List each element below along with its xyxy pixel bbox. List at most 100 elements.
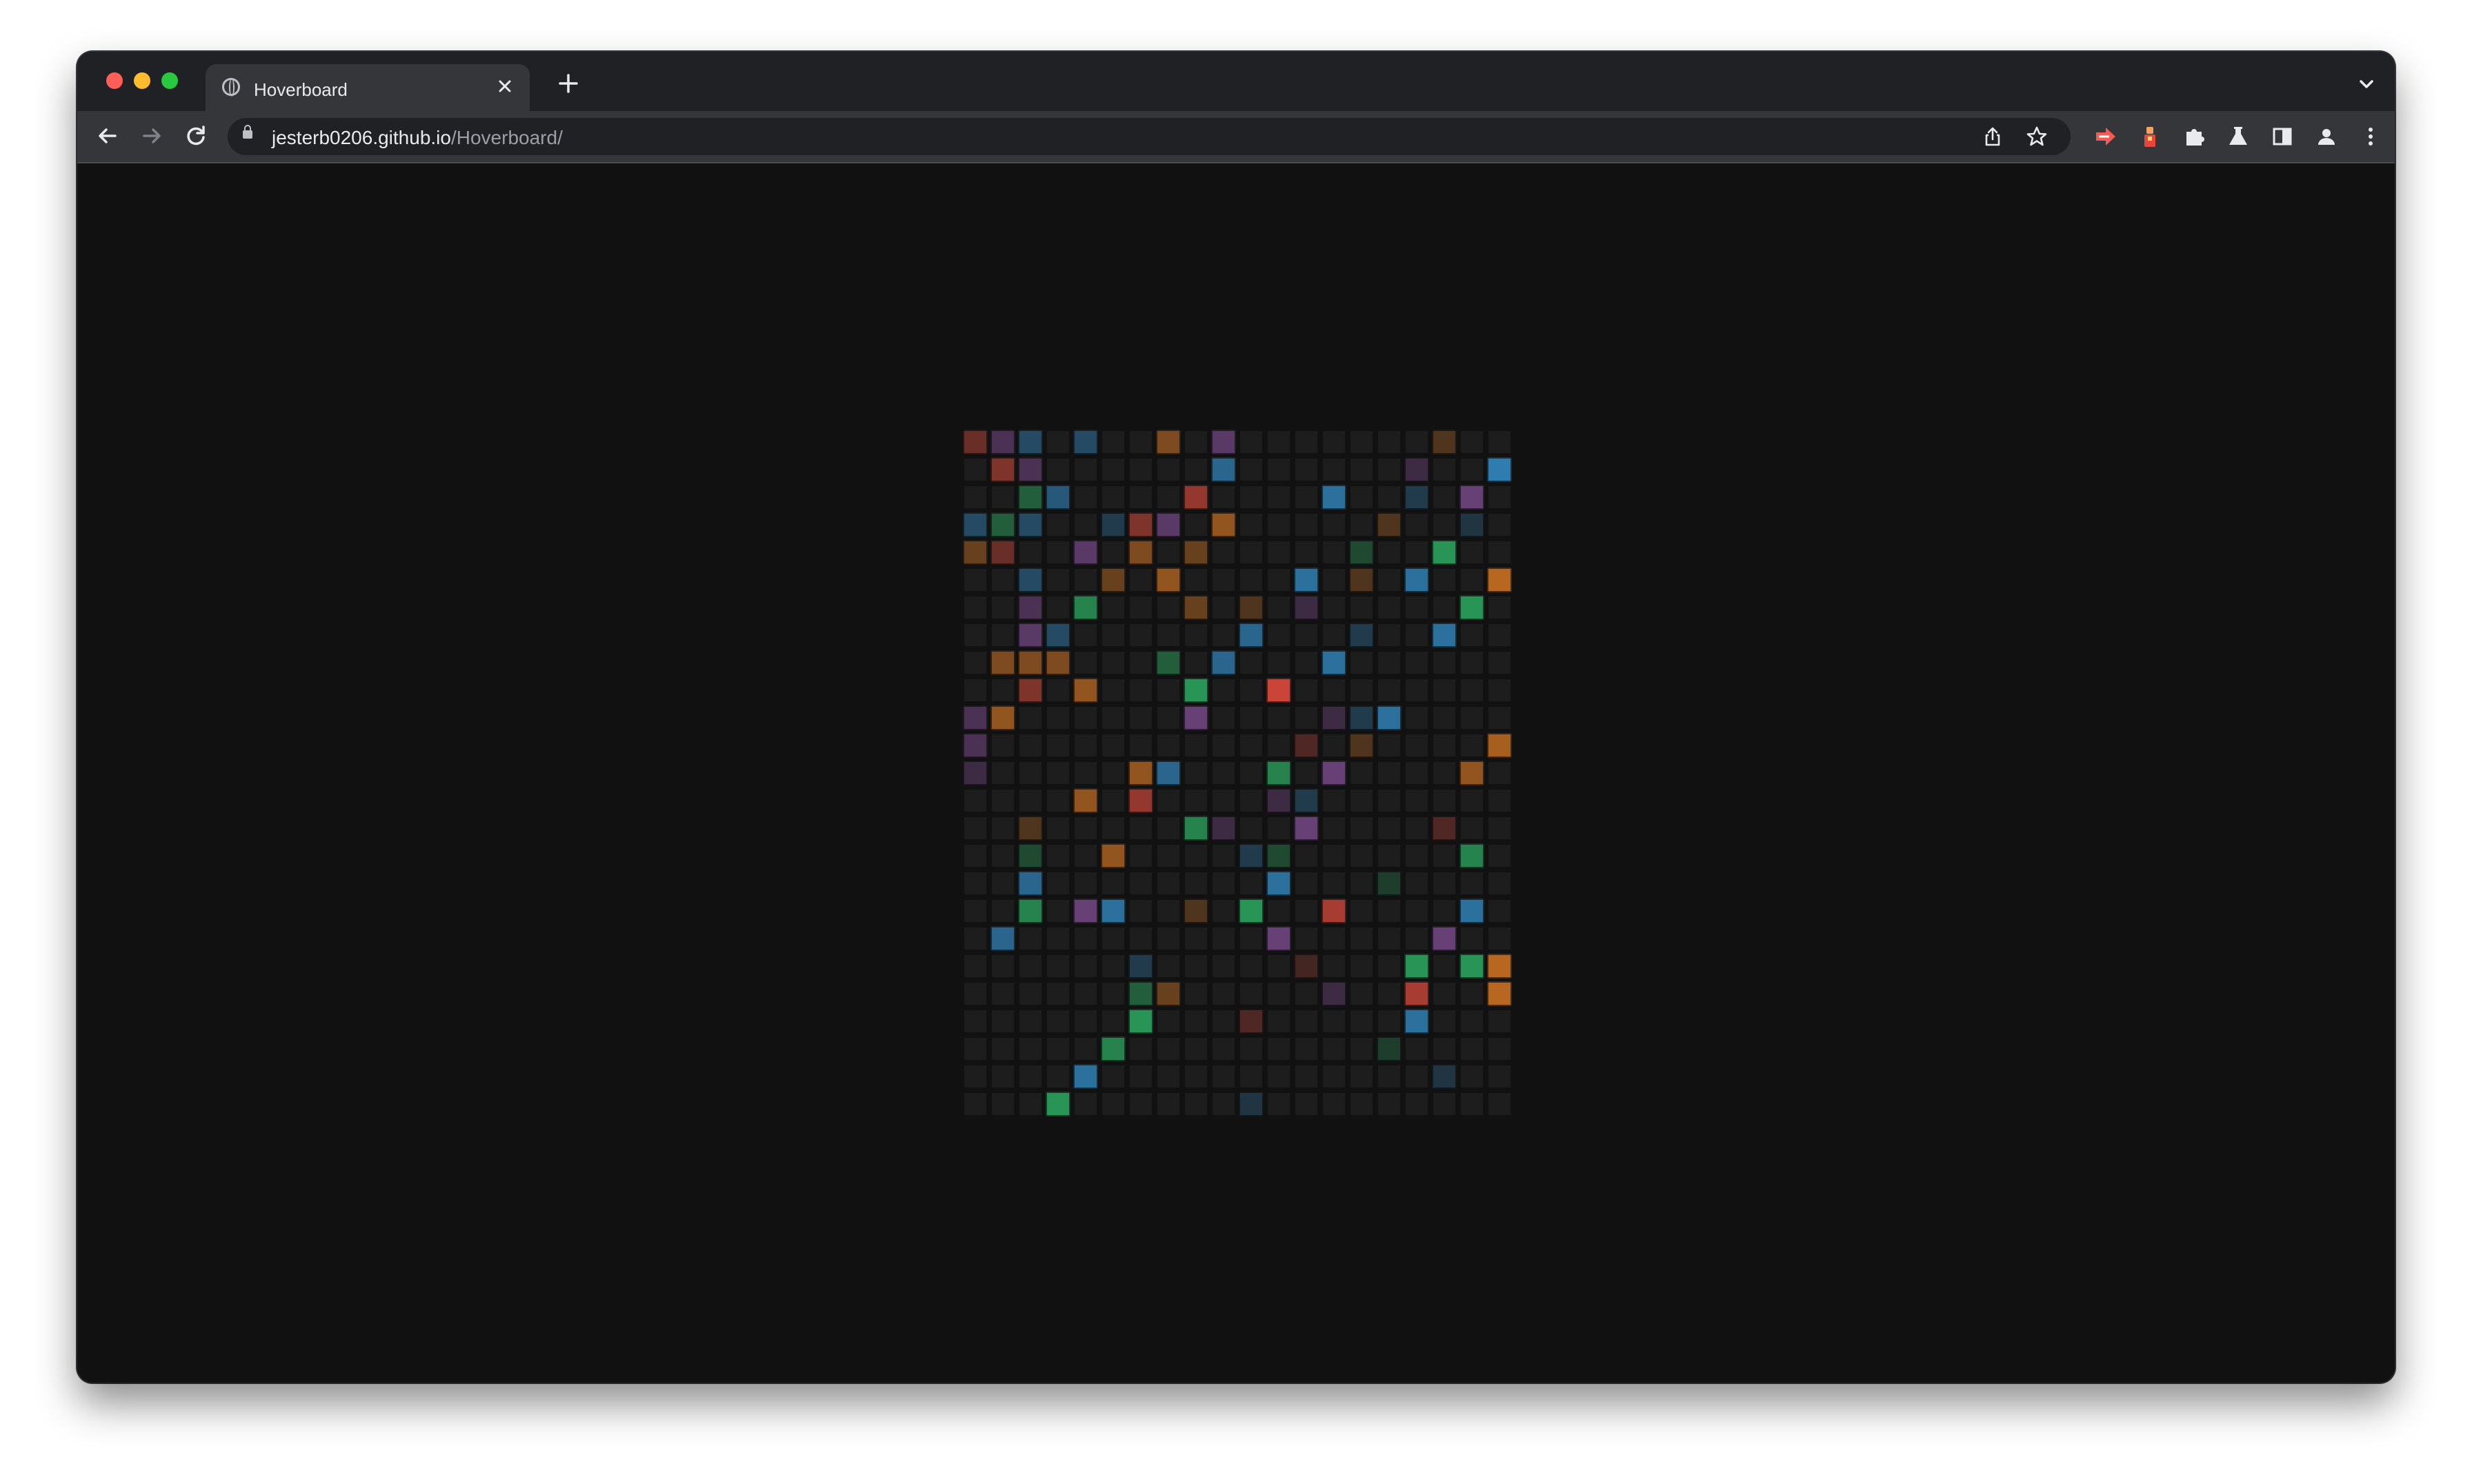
grid-square-lit[interactable] (1019, 652, 1041, 674)
grid-square-lit[interactable] (1350, 624, 1373, 646)
grid-square[interactable] (1130, 431, 1152, 453)
grid-square-lit[interactable] (1461, 486, 1483, 508)
grid-square[interactable] (1295, 679, 1317, 701)
grid-square[interactable] (1047, 431, 1069, 453)
grid-square-lit[interactable] (1157, 983, 1179, 1005)
grid-square[interactable] (1406, 514, 1428, 536)
grid-square[interactable] (1378, 900, 1400, 922)
side-panel-button[interactable] (2269, 123, 2295, 150)
grid-square[interactable] (1102, 983, 1124, 1005)
grid-square[interactable] (1157, 928, 1179, 950)
grid-square[interactable] (1019, 928, 1041, 950)
grid-square[interactable] (1157, 679, 1179, 701)
back-button[interactable] (92, 121, 123, 151)
grid-square[interactable] (1185, 624, 1207, 646)
grid-square[interactable] (1185, 955, 1207, 977)
grid-square[interactable] (1488, 1065, 1511, 1087)
grid-square[interactable] (1323, 624, 1345, 646)
grid-square[interactable] (1157, 900, 1179, 922)
grid-square[interactable] (1047, 1065, 1069, 1087)
grid-square[interactable] (1075, 1038, 1097, 1060)
grid-square-lit[interactable] (1295, 569, 1317, 591)
grid-square[interactable] (1323, 1093, 1345, 1115)
grid-square[interactable] (1047, 900, 1069, 922)
grid-square-lit[interactable] (1323, 762, 1345, 784)
grid-square[interactable] (1488, 1010, 1511, 1032)
grid-square[interactable] (1240, 790, 1262, 812)
grid-square-lit[interactable] (1185, 596, 1207, 619)
grid-square-lit[interactable] (1213, 514, 1235, 536)
grid-square[interactable] (1461, 1065, 1483, 1087)
grid-square[interactable] (1295, 1065, 1317, 1087)
grid-square[interactable] (1240, 983, 1262, 1005)
grid-square[interactable] (1157, 734, 1179, 756)
grid-square[interactable] (1075, 955, 1097, 977)
grid-square[interactable] (1130, 817, 1152, 839)
grid-square[interactable] (1213, 734, 1235, 756)
grid-square[interactable] (1295, 872, 1317, 894)
grid-square[interactable] (1075, 734, 1097, 756)
grid-square-lit[interactable] (1461, 955, 1483, 977)
grid-square[interactable] (1406, 431, 1428, 453)
grid-square[interactable] (964, 817, 986, 839)
grid-square-lit[interactable] (1240, 900, 1262, 922)
grid-square[interactable] (1157, 624, 1179, 646)
grid-square-lit[interactable] (1019, 679, 1041, 701)
grid-square[interactable] (1433, 486, 1455, 508)
grid-square[interactable] (1350, 817, 1373, 839)
grid-square[interactable] (1240, 872, 1262, 894)
grid-square[interactable] (1433, 459, 1455, 481)
grid-square[interactable] (964, 1065, 986, 1087)
grid-square[interactable] (1240, 707, 1262, 729)
grid-square[interactable] (1102, 679, 1124, 701)
grid-square[interactable] (1213, 624, 1235, 646)
grid-square-lit[interactable] (992, 928, 1014, 950)
grid-square[interactable] (1461, 1038, 1483, 1060)
grid-square[interactable] (1433, 955, 1455, 977)
grid-square[interactable] (1488, 652, 1511, 674)
grid-square[interactable] (1323, 514, 1345, 536)
grid-square[interactable] (1268, 569, 1290, 591)
grid-square-lit[interactable] (1323, 652, 1345, 674)
grid-square[interactable] (1185, 845, 1207, 867)
grid-square[interactable] (964, 900, 986, 922)
grid-square[interactable] (1075, 1093, 1097, 1115)
grid-square[interactable] (992, 762, 1014, 784)
grid-square-lit[interactable] (992, 707, 1014, 729)
grid-square[interactable] (964, 845, 986, 867)
grid-square[interactable] (1461, 569, 1483, 591)
grid-square[interactable] (1406, 1038, 1428, 1060)
grid-square[interactable] (1433, 845, 1455, 867)
grid-square[interactable] (1323, 1065, 1345, 1087)
grid-square[interactable] (1047, 459, 1069, 481)
grid-square-lit[interactable] (1488, 983, 1511, 1005)
extensions-button[interactable] (2181, 123, 2207, 150)
grid-square-lit[interactable] (1295, 734, 1317, 756)
grid-square[interactable] (1488, 790, 1511, 812)
grid-square[interactable] (1185, 928, 1207, 950)
grid-square-lit[interactable] (1406, 983, 1428, 1005)
grid-square[interactable] (1350, 486, 1373, 508)
grid-square-lit[interactable] (1433, 624, 1455, 646)
grid-square[interactable] (1461, 431, 1483, 453)
share-button[interactable] (1981, 125, 2004, 148)
grid-square[interactable] (1268, 1038, 1290, 1060)
grid-square[interactable] (1213, 1065, 1235, 1087)
grid-square[interactable] (1461, 1093, 1483, 1115)
grid-square[interactable] (1102, 1093, 1124, 1115)
grid-square[interactable] (1130, 596, 1152, 619)
grid-square[interactable] (1378, 624, 1400, 646)
grid-square[interactable] (1433, 872, 1455, 894)
grid-square[interactable] (1461, 983, 1483, 1005)
grid-square[interactable] (1295, 1038, 1317, 1060)
grid-square-lit[interactable] (1130, 762, 1152, 784)
grid-square[interactable] (964, 679, 986, 701)
grid-square[interactable] (1350, 845, 1373, 867)
grid-square[interactable] (1350, 1010, 1373, 1032)
grid-square[interactable] (1268, 707, 1290, 729)
grid-square[interactable] (1240, 1038, 1262, 1060)
grid-square[interactable] (1268, 955, 1290, 977)
grid-square[interactable] (1378, 817, 1400, 839)
close-window-button[interactable] (106, 72, 123, 89)
grid-square[interactable] (1075, 569, 1097, 591)
